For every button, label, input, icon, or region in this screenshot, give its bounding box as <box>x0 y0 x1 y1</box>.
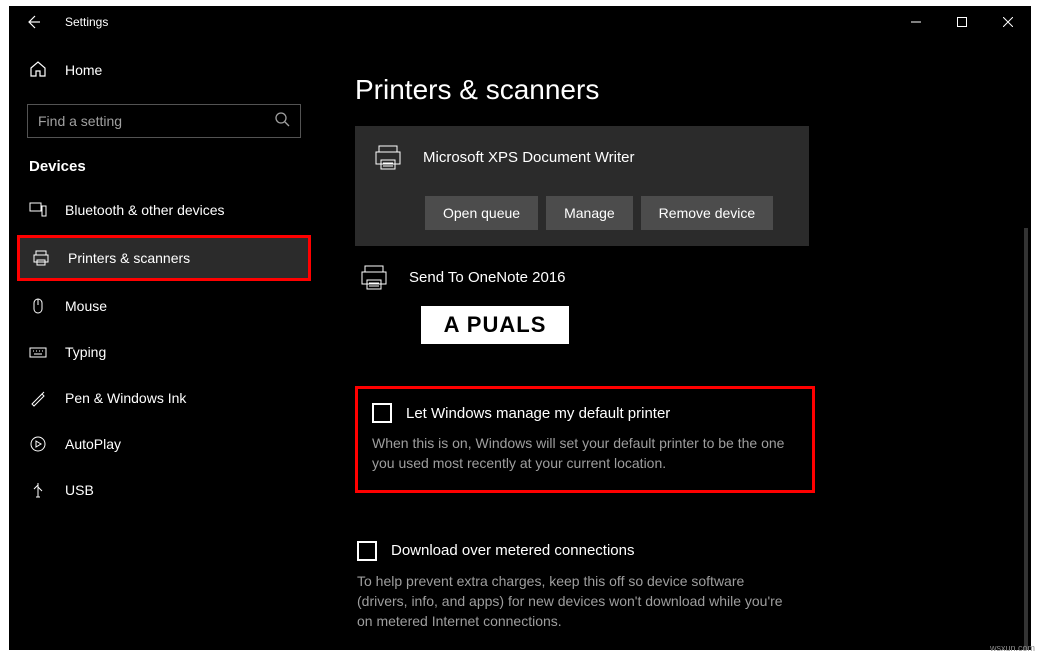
printer-actions: Open queue Manage Remove device <box>371 196 793 230</box>
sidebar-item-typing[interactable]: Typing <box>9 329 319 375</box>
watermark-text: A PUALS <box>444 312 547 338</box>
pen-icon <box>29 389 47 407</box>
sidebar-item-usb[interactable]: USB <box>9 467 319 513</box>
sidebar-item-label: AutoPlay <box>65 436 121 452</box>
search-box[interactable] <box>27 104 301 138</box>
sidebar-category: Devices <box>9 138 319 187</box>
watermark-logo: A PUALS <box>420 305 570 345</box>
sidebar-item-printers[interactable]: Printers & scanners <box>17 235 311 281</box>
home-icon <box>29 60 47 81</box>
selected-printer-card: Microsoft XPS Document Writer Open queue… <box>355 126 809 246</box>
printer-row-onenote[interactable]: Send To OneNote 2016 <box>355 260 1031 294</box>
metered-connection-option: Download over metered connections To hel… <box>355 541 835 632</box>
sidebar-item-label: USB <box>65 482 94 498</box>
back-button[interactable] <box>9 6 57 38</box>
option-label: Let Windows manage my default printer <box>406 405 670 422</box>
devices-icon <box>29 201 47 219</box>
window-title: Settings <box>57 15 108 29</box>
titlebar: Settings <box>9 6 1031 38</box>
option-description: When this is on, Windows will set your d… <box>372 433 798 474</box>
metered-checkbox-row[interactable]: Download over metered connections <box>357 541 835 561</box>
search-input[interactable] <box>38 113 274 129</box>
close-button[interactable] <box>985 6 1031 38</box>
sidebar-home-label: Home <box>65 62 102 78</box>
sidebar: Home Devices Bluetooth & other devices <box>9 38 319 650</box>
sidebar-item-mouse[interactable]: Mouse <box>9 283 319 329</box>
autoplay-icon <box>29 435 47 453</box>
search-icon <box>274 111 290 132</box>
sidebar-item-label: Typing <box>65 344 106 360</box>
sidebar-item-autoplay[interactable]: AutoPlay <box>9 421 319 467</box>
maximize-button[interactable] <box>939 6 985 38</box>
printer-device-icon <box>371 140 405 174</box>
arrow-left-icon <box>25 14 41 30</box>
minimize-button[interactable] <box>893 6 939 38</box>
printer-row-xps[interactable]: Microsoft XPS Document Writer <box>371 140 793 174</box>
option-description: To help prevent extra charges, keep this… <box>357 571 797 632</box>
remove-device-button[interactable]: Remove device <box>641 196 774 230</box>
source-watermark: wsxun.com <box>990 643 1035 653</box>
sidebar-home[interactable]: Home <box>9 50 319 90</box>
sidebar-item-label: Bluetooth & other devices <box>65 202 225 218</box>
keyboard-icon <box>29 343 47 361</box>
minimize-icon <box>911 17 921 27</box>
scrollbar[interactable] <box>1024 228 1028 650</box>
sidebar-item-label: Printers & scanners <box>68 250 190 266</box>
default-printer-checkbox-row[interactable]: Let Windows manage my default printer <box>372 403 798 423</box>
sidebar-item-label: Mouse <box>65 298 107 314</box>
mouse-icon <box>29 297 47 315</box>
checkbox-unchecked-icon[interactable] <box>372 403 392 423</box>
printer-device-icon <box>357 260 391 294</box>
open-queue-button[interactable]: Open queue <box>425 196 538 230</box>
maximize-icon <box>957 17 967 27</box>
checkbox-unchecked-icon[interactable] <box>357 541 377 561</box>
option-label: Download over metered connections <box>391 542 634 559</box>
sidebar-item-bluetooth[interactable]: Bluetooth & other devices <box>9 187 319 233</box>
printer-name: Microsoft XPS Document Writer <box>423 149 634 166</box>
sidebar-item-label: Pen & Windows Ink <box>65 390 186 406</box>
page-title: Printers & scanners <box>355 74 1031 106</box>
default-printer-option: Let Windows manage my default printer Wh… <box>355 386 815 493</box>
sidebar-item-pen[interactable]: Pen & Windows Ink <box>9 375 319 421</box>
printer-name: Send To OneNote 2016 <box>409 269 566 286</box>
close-icon <box>1003 17 1013 27</box>
printer-icon <box>32 249 50 267</box>
manage-button[interactable]: Manage <box>546 196 633 230</box>
usb-icon <box>29 481 47 499</box>
